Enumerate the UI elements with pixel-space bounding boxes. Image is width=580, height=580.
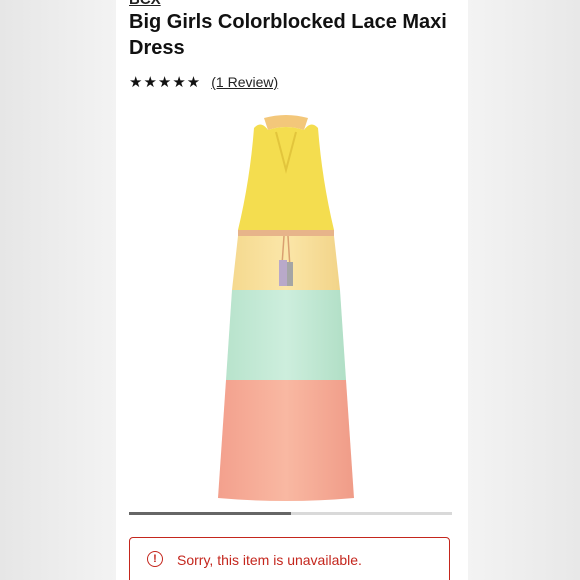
alert-circle-icon: ! [147,551,163,567]
product-title: Big Girls Colorblocked Lace Maxi Dress [129,11,447,59]
reviews-link[interactable]: (1 Review) [211,74,278,90]
dress-waistband [238,230,334,236]
product-image[interactable] [206,110,366,505]
rating-row: ★★★★★ (1 Review) [129,72,278,92]
unavailable-alert: ! Sorry, this item is unavailable. [129,537,450,580]
unavailable-message: Sorry, this item is unavailable. [177,552,362,568]
dress-tier-mint [226,290,346,380]
carousel-progress-thumb [129,512,291,515]
dress-tier-peach [218,380,354,501]
image-carousel-progress[interactable] [129,512,452,515]
background-left [0,0,116,580]
brand-link[interactable]: BCX [129,0,161,8]
star-rating: ★★★★★ [129,74,202,91]
product-panel: BCX Big Girls Colorblocked Lace Maxi Dre… [116,0,468,580]
dress-bodice [238,124,334,230]
background-right [468,0,580,580]
